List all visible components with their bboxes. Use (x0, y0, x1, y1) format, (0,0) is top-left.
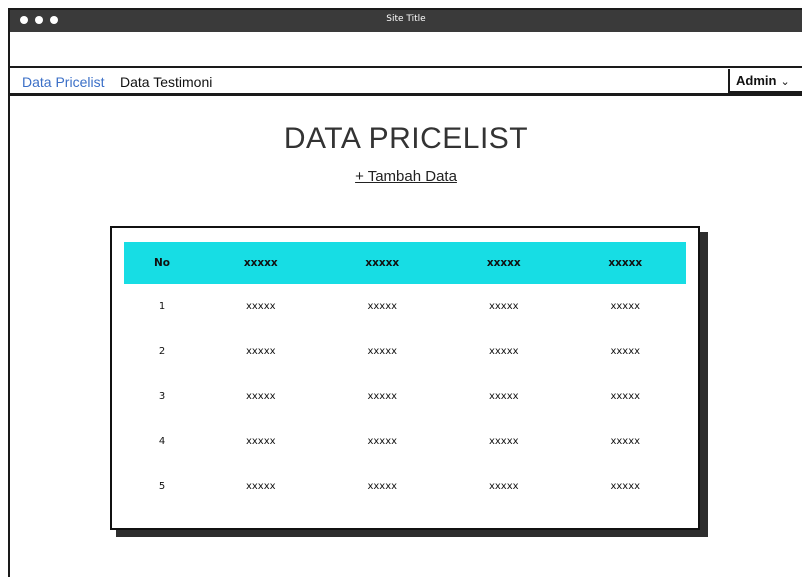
page-title: DATA PRICELIST (283, 122, 529, 155)
title-bar: Site Title (10, 10, 802, 32)
header-col-1: xxxxx (243, 257, 278, 269)
table-row: 5 xxxxx xxxxx xxxxx xxxxx (124, 464, 686, 509)
cell-no: 3 (158, 391, 166, 402)
cell: xxxxx (610, 346, 641, 357)
table-row: 1 xxxxx xxxxx xxxxx xxxxx (124, 284, 686, 329)
table-row: 2 xxxxx xxxxx xxxxx xxxxx (124, 329, 686, 374)
header-col-3: xxxxx (486, 257, 521, 269)
cell: xxxxx (245, 391, 276, 402)
table-row: 4 xxxxx xxxxx xxxxx xxxxx (124, 419, 686, 464)
cell: xxxxx (367, 391, 398, 402)
cell: xxxxx (488, 301, 519, 312)
cell: xxxxx (488, 346, 519, 357)
cell: xxxxx (367, 301, 398, 312)
cell: xxxxx (610, 301, 641, 312)
cell: xxxxx (245, 436, 276, 447)
cell: xxxxx (488, 436, 519, 447)
cell: xxxxx (245, 346, 276, 357)
navbar: Data Pricelist Data Testimoni Admin ⌄ (10, 66, 802, 96)
cell: xxxxx (488, 481, 519, 492)
cell: xxxxx (610, 436, 641, 447)
add-data-link[interactable]: + Tambah Data (355, 168, 457, 185)
cell-no: 2 (158, 346, 166, 357)
cell: xxxxx (367, 346, 398, 357)
table-header-row: No xxxxx xxxxx xxxxx xxxxx (124, 242, 686, 284)
cell-no: 1 (158, 301, 166, 312)
cell-no: 4 (158, 436, 166, 447)
cell: xxxxx (610, 391, 641, 402)
table-row: 3 xxxxx xxxxx xxxxx xxxxx (124, 374, 686, 419)
admin-label: Admin (736, 73, 777, 88)
cell: xxxxx (610, 481, 641, 492)
cell: xxxxx (245, 481, 276, 492)
cell: xxxxx (245, 301, 276, 312)
header-col-2: xxxxx (365, 257, 400, 269)
header-col-4: xxxxx (608, 257, 643, 269)
cell: xxxxx (488, 391, 519, 402)
admin-menu[interactable]: Admin ⌄ (728, 69, 802, 93)
nav-data-testimoni[interactable]: Data Testimoni (120, 74, 212, 90)
cell: xxxxx (367, 436, 398, 447)
site-title: Site Title (386, 14, 426, 24)
header-no: No (153, 257, 170, 269)
cell: xxxxx (367, 481, 398, 492)
pricelist-card: No xxxxx xxxxx xxxxx xxxxx 1 xxxxx xxxxx… (110, 226, 700, 530)
cell-no: 5 (158, 481, 166, 492)
add-data-link-wrap: + Tambah Data (10, 168, 802, 185)
pricelist-table: No xxxxx xxxxx xxxxx xxxxx 1 xxxxx xxxxx… (124, 242, 686, 509)
nav-data-pricelist[interactable]: Data Pricelist (22, 74, 104, 90)
chevron-down-icon: ⌄ (780, 76, 790, 88)
